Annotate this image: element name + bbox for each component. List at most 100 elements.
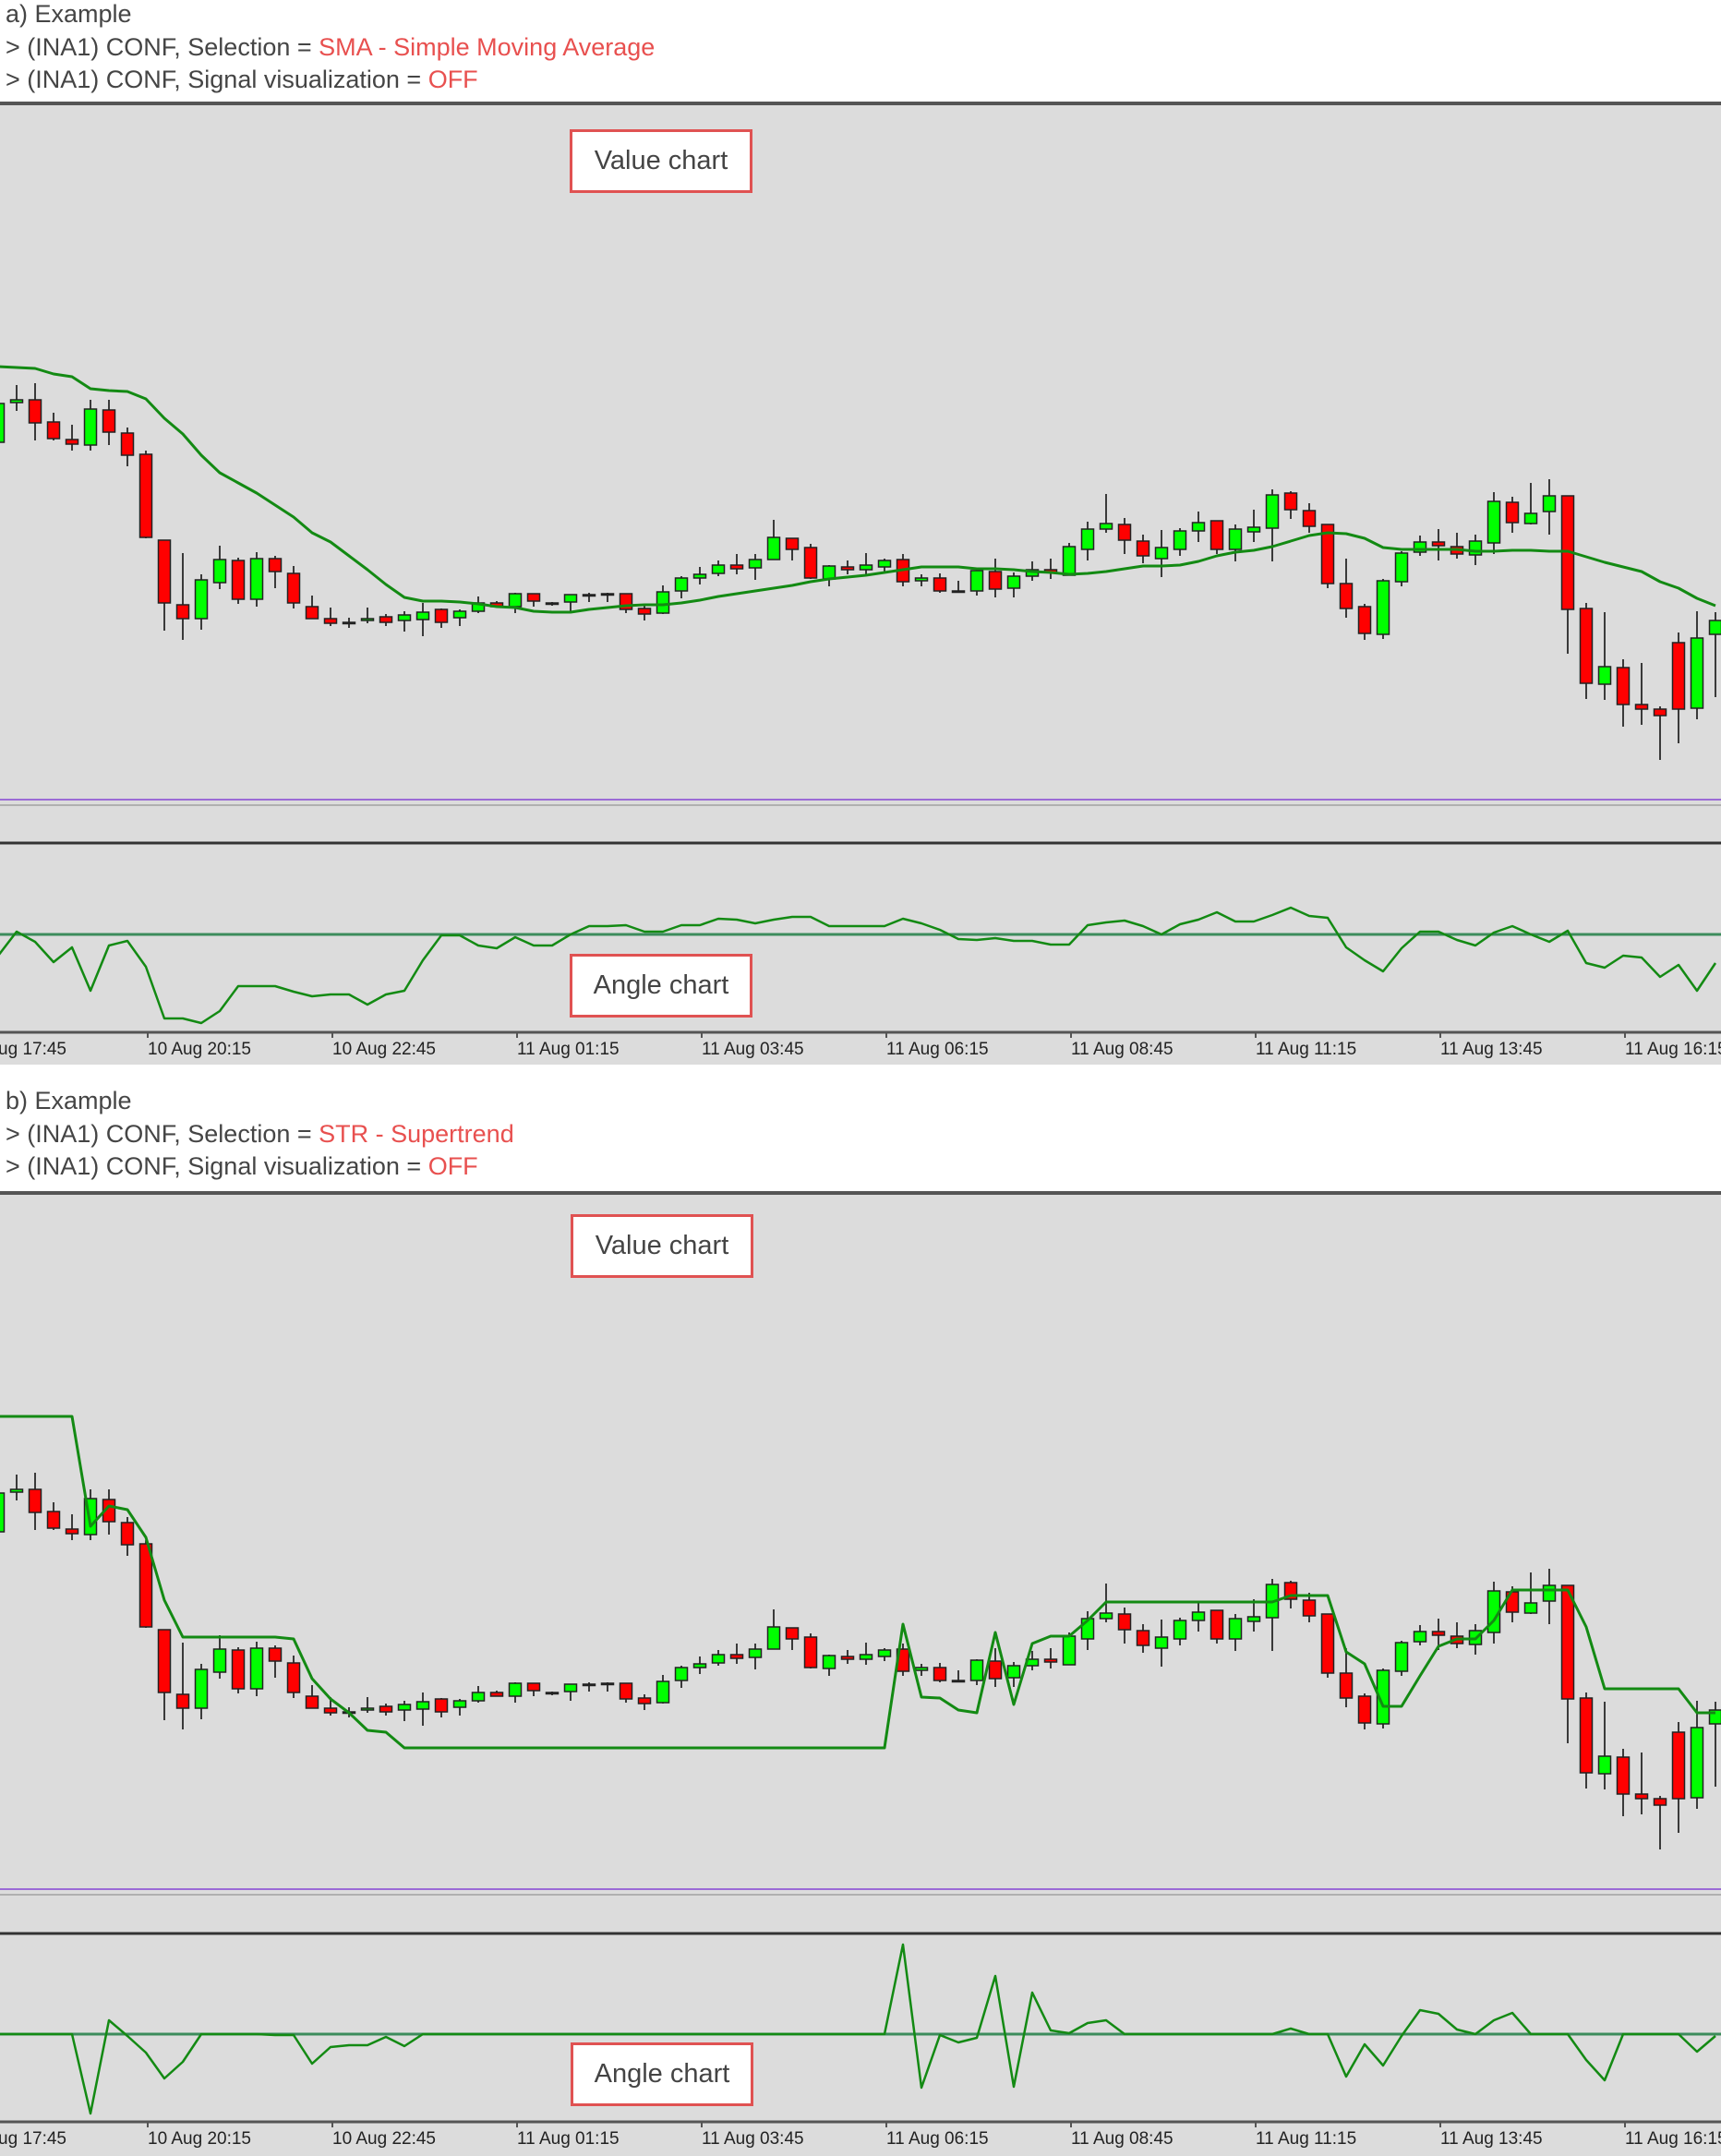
bear-candle-body	[65, 439, 79, 445]
bear-candle-body	[231, 1649, 246, 1690]
bear-candle-body	[1339, 583, 1354, 609]
bear-candle-body	[102, 409, 116, 433]
angle-chart-b-label: Angle chart	[571, 2042, 753, 2106]
bear-candle-body	[434, 1698, 449, 1713]
bull-candle-body	[859, 564, 873, 571]
bear-candle-body	[46, 1511, 61, 1529]
time-tick-label: 10 Aug 22:45	[332, 1040, 436, 1059]
bear-candle-body	[1579, 608, 1594, 684]
example-b-title: b) Example	[6, 1087, 132, 1114]
bull-candle-body	[360, 618, 375, 621]
bear-candle-body	[379, 1705, 393, 1713]
bull-candle-body	[9, 399, 24, 403]
bear-candle-body	[65, 1528, 79, 1535]
bull-candle-body	[914, 577, 929, 582]
bull-candle-body	[415, 611, 430, 620]
bear-candle-body	[1671, 1731, 1686, 1800]
bear-candle-body	[1653, 708, 1667, 717]
bear-candle-body	[803, 547, 818, 579]
example-a-title: a) Example	[6, 0, 132, 28]
bull-candle-body	[822, 565, 836, 580]
bull-candle-body	[471, 1692, 486, 1702]
charts-canvas: 10 Aug 17:45 10 Aug 20:15 10 Aug 22:45 11 A…	[0, 0, 1721, 2156]
bull-candle-body	[397, 1704, 412, 1711]
candle	[1210, 1609, 1224, 1644]
bull-candle-body	[1246, 526, 1261, 533]
bull-candle-body	[766, 536, 781, 560]
bear-candle-body	[840, 1656, 855, 1660]
bull-candle-body	[600, 1682, 615, 1686]
bull-candle-body	[83, 408, 98, 446]
selection-value: STR - Supertrend	[319, 1120, 514, 1148]
bull-candle-body	[1099, 523, 1113, 530]
bear-candle-body	[785, 1627, 800, 1640]
header-b-separator	[0, 1191, 1721, 1195]
time-tick-label: 11 Aug 01:15	[517, 2129, 620, 2149]
time-tick-label: 11 Aug 03:45	[702, 1040, 804, 1059]
bull-candle-body	[674, 577, 689, 592]
bear-candle-body	[1431, 1631, 1446, 1636]
bull-candle-body	[1173, 1620, 1187, 1640]
candle	[1394, 1641, 1409, 1676]
candle	[1062, 543, 1077, 576]
bull-candle-body	[1006, 1665, 1021, 1679]
candle	[803, 544, 818, 579]
bull-candle-body	[600, 593, 615, 596]
bull-candle-body	[1062, 546, 1077, 576]
bull-candle-body	[1191, 1611, 1206, 1621]
selection-prefix: > (INA1) CONF, Selection =	[6, 33, 319, 61]
bull-candle-body	[582, 594, 596, 597]
bull-candle-body	[397, 614, 412, 621]
bull-candle-body	[859, 1654, 873, 1660]
bull-candle-body	[1394, 1642, 1409, 1672]
bear-candle-body	[1616, 667, 1631, 705]
bull-candle-body	[1413, 1631, 1427, 1643]
bull-candle-body	[1154, 1636, 1169, 1649]
angle-chart-a-label: Angle chart	[570, 954, 752, 1018]
bear-candle-body	[988, 571, 1003, 590]
bear-candle-body	[1357, 606, 1372, 634]
bear-candle-body	[803, 1636, 818, 1668]
bear-candle-body	[175, 604, 190, 620]
bear-candle-body	[1579, 1697, 1594, 1774]
candle	[0, 1492, 6, 1533]
bull-candle-body	[1468, 540, 1483, 556]
bull-candle-body	[1708, 620, 1721, 635]
bear-candle-body	[1283, 492, 1298, 511]
bear-candle-body	[1671, 642, 1686, 710]
bear-candle-body	[988, 1660, 1003, 1680]
time-tick-label: 10 Aug 17:45	[0, 1040, 66, 1059]
bear-candle-body	[729, 1654, 744, 1659]
time-tick-label: 10 Aug 20:15	[148, 2129, 251, 2149]
bear-candle-body	[379, 616, 393, 623]
bull-candle-body	[711, 564, 726, 574]
bull-candle-body	[656, 1680, 670, 1704]
bull-candle-body	[9, 1488, 24, 1493]
time-tick-label: 11 Aug 16:15	[1625, 1040, 1721, 1059]
bull-candle-body	[674, 1667, 689, 1681]
bear-candle-body	[1210, 1609, 1224, 1640]
bull-candle-body	[822, 1655, 836, 1669]
bull-candle-body	[563, 1683, 578, 1692]
time-tick-label: 11 Aug 06:15	[886, 1040, 989, 1059]
bear-candle-body	[933, 1667, 947, 1681]
bear-candle-body	[305, 606, 319, 620]
candle	[138, 451, 153, 538]
bull-candle-body	[1542, 1584, 1557, 1602]
bear-candle-body	[28, 399, 42, 424]
bear-candle-body	[175, 1693, 190, 1709]
bear-candle-body	[268, 558, 283, 572]
time-tick-label: 10 Aug 22:45	[332, 2129, 436, 2149]
bear-candle-body	[1302, 1599, 1317, 1617]
bull-candle-body	[452, 610, 467, 619]
signal-value: OFF	[427, 66, 478, 93]
bear-candle-body	[933, 577, 947, 592]
bull-candle-body	[748, 559, 763, 569]
example-b-selection-line: > (INA1) CONF, Selection = STR - Supertr…	[6, 1120, 514, 1148]
time-tick-label: 11 Aug 16:15	[1625, 2129, 1721, 2149]
time-tick-label: 11 Aug 11:15	[1256, 2129, 1356, 2149]
bear-candle-body	[729, 564, 744, 570]
bull-candle-body	[1523, 512, 1538, 524]
bull-candle-body	[1690, 1727, 1704, 1799]
bear-candle-body	[1634, 704, 1649, 710]
